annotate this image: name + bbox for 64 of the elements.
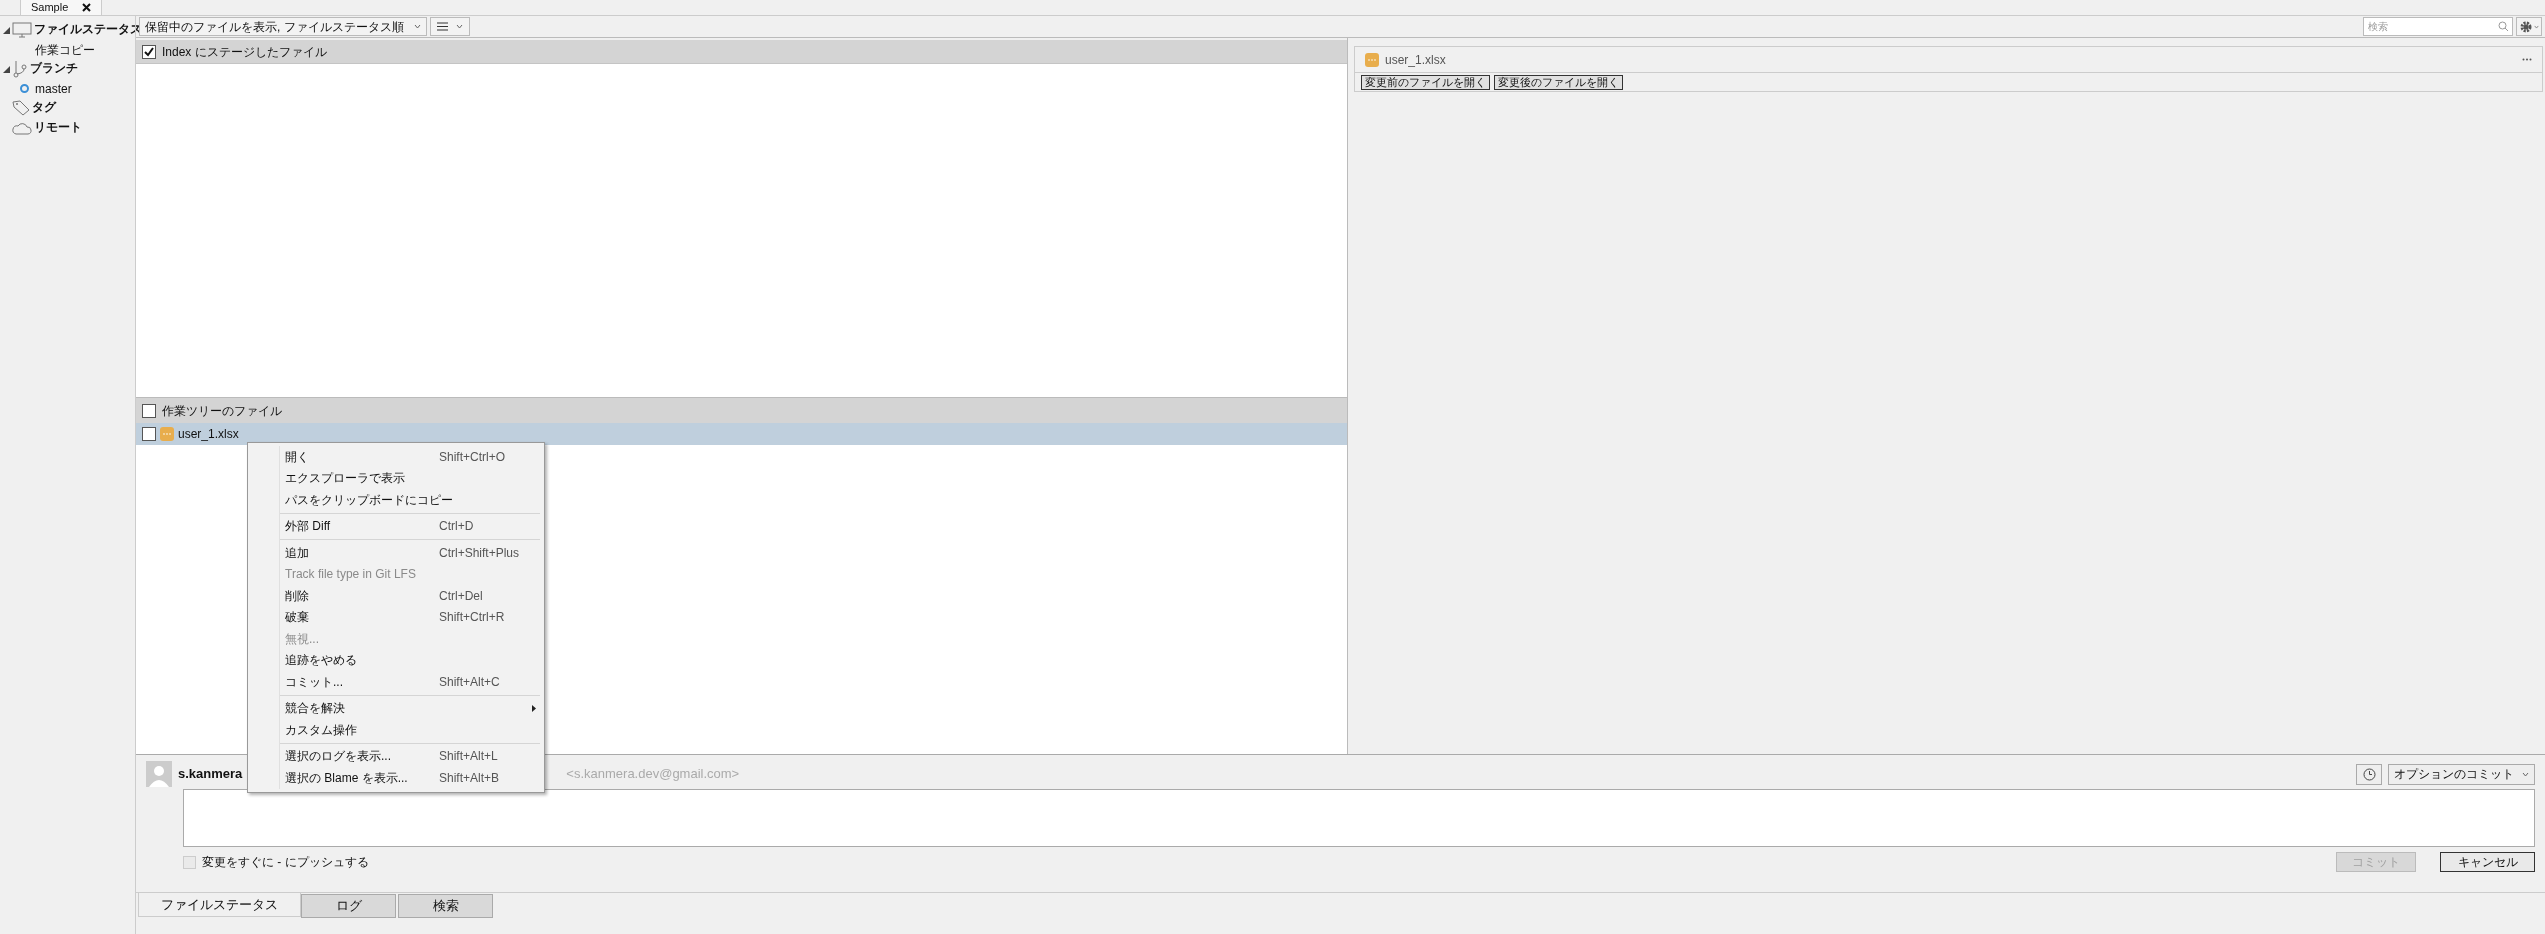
menu-item[interactable]: 選択のログを表示... Shift+Alt+L xyxy=(280,745,544,767)
menu-item[interactable]: 破棄 Shift+Ctrl+R xyxy=(280,606,544,628)
diff-file-name: user_1.xlsx xyxy=(1385,51,1446,69)
expanded-arrow-icon[interactable] xyxy=(3,65,10,73)
file-name: user_1.xlsx xyxy=(178,426,239,443)
settings-button[interactable] xyxy=(2516,17,2542,36)
sidebar-item[interactable]: ブランチ xyxy=(30,60,78,78)
modified-file-icon xyxy=(1365,52,1379,67)
file-row[interactable]: user_1.xlsx xyxy=(136,423,1347,445)
menu-item[interactable]: 開く Shift+Ctrl+O xyxy=(280,446,544,468)
settings-icon xyxy=(2519,20,2532,33)
more-icon[interactable] xyxy=(2522,58,2532,61)
push-label: 変更をすぐに - にプッシュする xyxy=(202,854,369,871)
checkbox[interactable] xyxy=(142,403,156,418)
menu-item[interactable]: 追加 Ctrl+Shift+Plus xyxy=(280,542,544,564)
search-icon xyxy=(2498,21,2509,32)
branch-icon xyxy=(12,60,28,78)
current-branch-icon xyxy=(20,84,29,93)
avatar-icon xyxy=(146,761,172,787)
chevron-down-icon xyxy=(455,24,463,29)
author-name: s.kanmera xyxy=(178,765,243,784)
bottom-tab[interactable]: ログ xyxy=(301,894,396,918)
cloud-icon xyxy=(12,121,32,135)
menu-item[interactable]: 削除 Ctrl+Del xyxy=(280,585,544,607)
push-checkbox[interactable] xyxy=(183,855,196,869)
commit-options-dropdown[interactable]: オプションのコミット xyxy=(2388,763,2535,785)
menu-item[interactable]: コミット... Shift+Alt+C xyxy=(280,671,544,693)
sidebar-item[interactable]: master xyxy=(35,79,72,98)
search-field[interactable]: 検索 xyxy=(2363,17,2513,36)
bottom-tab[interactable]: 検索 xyxy=(398,894,493,918)
monitor-icon xyxy=(12,22,32,38)
history-button[interactable] xyxy=(2356,763,2382,785)
bottom-tab[interactable]: ファイルステータス xyxy=(138,893,301,917)
tag-icon xyxy=(12,100,30,116)
menu-item[interactable]: 追跡をやめる xyxy=(280,649,544,671)
modified-file-icon xyxy=(160,427,174,441)
filter-dropdown[interactable]: 保留中のファイルを表示, ファイルステータス順 xyxy=(139,17,427,36)
chevron-down-icon xyxy=(2533,24,2539,29)
menu-item[interactable]: 外部 Diff Ctrl+D xyxy=(280,515,544,537)
expanded-arrow-icon[interactable] xyxy=(3,26,10,34)
menu-item[interactable]: パスをクリップボードにコピー xyxy=(280,489,544,511)
chevron-down-icon xyxy=(2522,771,2529,777)
menu-item[interactable]: 選択の Blame を表示... Shift+Alt+B xyxy=(280,767,544,789)
close-icon[interactable] xyxy=(82,2,92,12)
checkbox[interactable] xyxy=(142,44,156,59)
sidebar-item[interactable]: 作業コピー xyxy=(35,40,95,59)
list-icon xyxy=(436,22,448,31)
repository-tab[interactable]: Sample xyxy=(20,0,103,15)
section-title: 作業ツリーのファイル xyxy=(162,402,282,420)
sidebar-item[interactable]: リモート xyxy=(34,119,82,137)
checkbox[interactable] xyxy=(142,427,156,441)
commit-message-field[interactable] xyxy=(183,789,2535,847)
menu-item[interactable]: エクスプローラで表示 xyxy=(280,467,544,489)
menu-item[interactable]: カスタム操作 xyxy=(280,719,544,741)
author-email: <s.kanmera.dev@gmail.com> xyxy=(566,765,740,784)
open-file-button[interactable]: 変更後のファイルを開く xyxy=(1494,74,1623,90)
open-file-button[interactable]: 変更前のファイルを開く xyxy=(1361,74,1490,90)
chevron-down-icon xyxy=(413,24,421,29)
sidebar-item[interactable]: タグ xyxy=(32,99,56,117)
view-mode-dropdown[interactable] xyxy=(429,17,470,36)
menu-item[interactable]: 競合を解決 xyxy=(280,697,544,719)
section-title: Index にステージしたファイル xyxy=(162,43,327,61)
clock-icon xyxy=(2362,767,2376,781)
cancel-button[interactable]: キャンセル xyxy=(2440,852,2535,872)
